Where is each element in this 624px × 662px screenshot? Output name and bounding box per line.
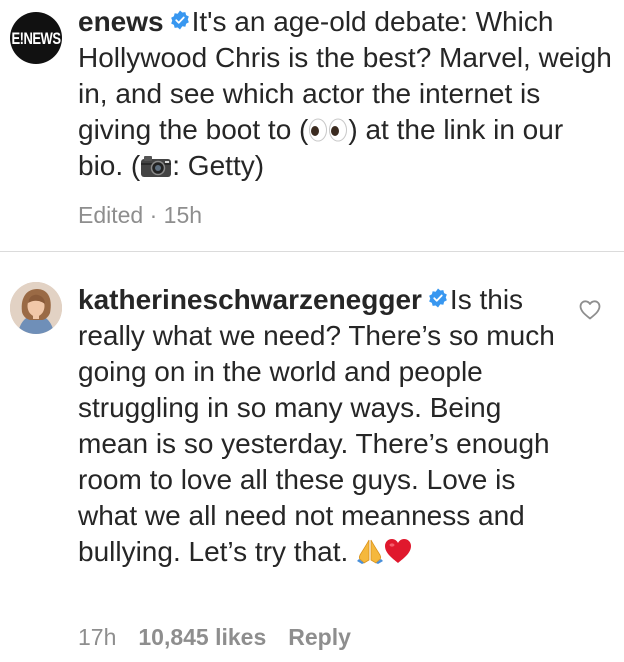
comment-username[interactable]: katherineschwarzenegger xyxy=(78,284,422,315)
caption-text-part-3: : Getty) xyxy=(172,150,265,181)
commenter-avatar-photo xyxy=(10,282,62,334)
camera-emoji-icon xyxy=(141,156,172,177)
comment-likes-count[interactable]: 10,845 likes xyxy=(138,624,266,650)
caption-edited-time: Edited · 15h xyxy=(78,202,203,228)
comment-text-block: katherineschwarzenegger Is this really w… xyxy=(78,282,578,570)
red-heart-emoji-icon xyxy=(385,539,412,563)
caption-meta: Edited · 15h xyxy=(78,202,202,229)
verified-badge-icon xyxy=(429,288,447,308)
comments-screen: E!NEWS enews It's an age-old debate: Whi… xyxy=(0,0,624,662)
commenter-avatar[interactable] xyxy=(10,282,62,334)
enews-avatar[interactable]: E!NEWS xyxy=(10,12,62,64)
post-caption: E!NEWS enews It's an age-old debate: Whi… xyxy=(0,0,624,251)
comment-text: Is this really what we need? There’s so … xyxy=(78,284,555,567)
like-comment-heart-icon[interactable] xyxy=(578,298,602,322)
enews-avatar-logo: E!NEWS xyxy=(11,28,62,48)
eyes-emoji-icon xyxy=(309,118,348,142)
reply-button[interactable]: Reply xyxy=(288,624,351,650)
caption-username[interactable]: enews xyxy=(78,6,164,37)
comment-time: 17h xyxy=(78,624,117,650)
folded-hands-emoji-icon xyxy=(357,539,384,564)
comment-item: katherineschwarzenegger Is this really w… xyxy=(0,252,624,662)
comment-meta: 17h 10,845 likes Reply xyxy=(78,624,351,651)
verified-badge-icon xyxy=(170,10,189,30)
caption-text: enews It's an age-old debate: Which Holl… xyxy=(78,4,614,184)
